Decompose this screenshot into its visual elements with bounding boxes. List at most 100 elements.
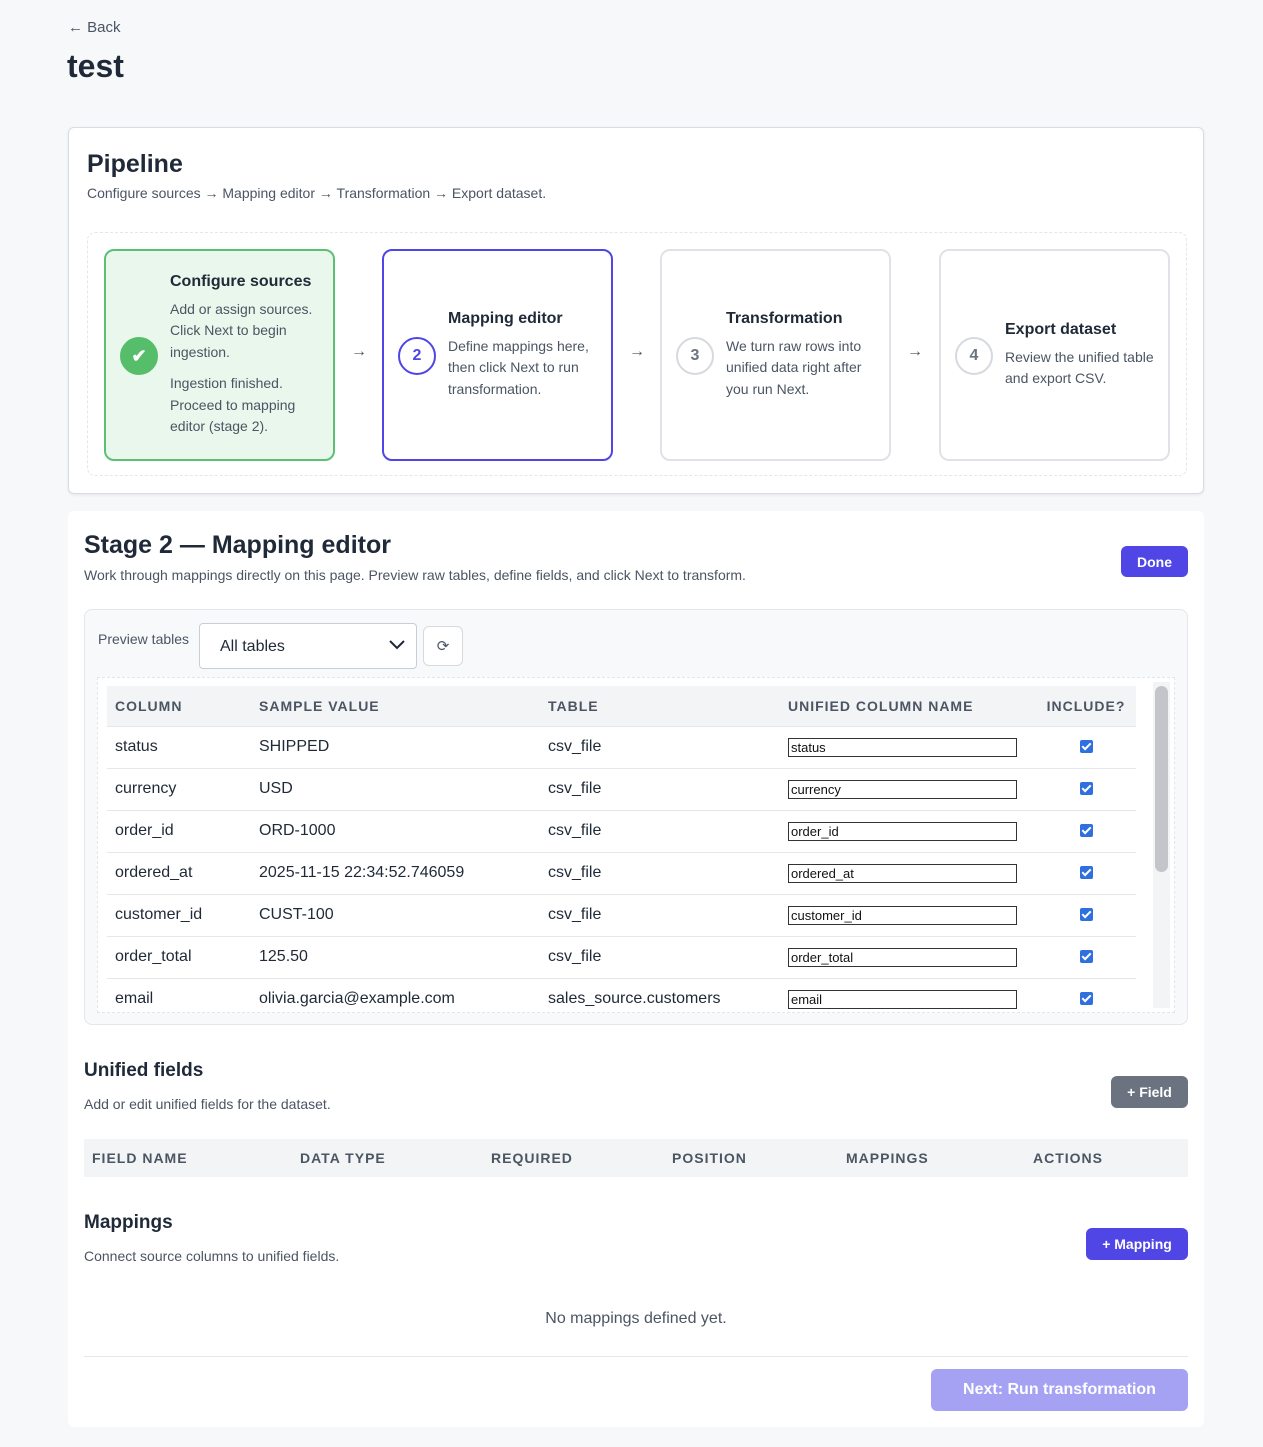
section-subtitle: Work through mappings directly on this p… <box>84 567 746 583</box>
table-row: currency USD csv_file <box>107 768 1136 811</box>
page-title: test <box>67 48 124 84</box>
stage-title: Transformation <box>726 309 843 327</box>
pipeline-card: Pipeline Configure sources → Mapping edi… <box>68 127 1204 494</box>
table-row: status SHIPPED csv_file <box>107 726 1136 769</box>
include-checkbox[interactable] <box>1079 740 1093 754</box>
column-header: ACTIONS <box>1033 1150 1103 1166</box>
column-header: INCLUDE? <box>1036 686 1136 727</box>
unified-column-name-input[interactable] <box>788 863 1017 883</box>
column-header: MAPPINGS <box>846 1150 929 1166</box>
cell-table: sales_source.customers <box>540 978 780 1012</box>
column-header: TABLE <box>540 686 780 727</box>
pipeline-title: Pipeline <box>87 150 183 178</box>
table-select[interactable]: All tables <box>199 623 417 669</box>
include-checkbox[interactable] <box>1079 866 1093 880</box>
unified-column-name-input[interactable] <box>788 989 1017 1009</box>
scrollbar[interactable] <box>1153 682 1170 1008</box>
next-run-transformation-button[interactable]: Next: Run transformation <box>931 1369 1188 1411</box>
cell-sample-value: 125.50 <box>251 936 540 979</box>
mappings-title: Mappings <box>84 1212 173 1233</box>
cell-table: csv_file <box>540 852 780 895</box>
table-row: order_id ORD-1000 csv_file <box>107 810 1136 853</box>
back-link[interactable]: ← Back <box>68 19 121 36</box>
cell-sample-value: USD <box>251 768 540 811</box>
cell-table: csv_file <box>540 726 780 769</box>
column-header: DATA TYPE <box>300 1150 386 1166</box>
cell-sample-value: SHIPPED <box>251 726 540 769</box>
stage-number-badge: 4 <box>955 337 993 375</box>
section-title: Stage 2 — Mapping editor <box>84 531 391 559</box>
include-checkbox[interactable] <box>1079 908 1093 922</box>
stage-description: Review the unified table and export CSV. <box>1005 348 1154 387</box>
unified-column-name-input[interactable] <box>788 821 1017 841</box>
pipeline-stages: ✔ Configure sources Add or assign source… <box>87 232 1187 476</box>
cell-column: status <box>107 726 251 769</box>
unified-column-name-input[interactable] <box>788 779 1017 799</box>
column-header: REQUIRED <box>491 1150 573 1166</box>
cell-sample-value: 2025-11-15 22:34:52.746059 <box>251 852 540 895</box>
arrow-right-icon: → <box>351 343 367 360</box>
refresh-icon: ⟳ <box>436 638 450 655</box>
cell-table: csv_file <box>540 810 780 853</box>
include-checkbox[interactable] <box>1079 824 1093 838</box>
unified-column-name-input[interactable] <box>788 737 1017 757</box>
stage-number-badge: 3 <box>676 337 714 375</box>
include-checkbox[interactable] <box>1079 992 1093 1006</box>
unified-fields-table-header: FIELD NAME DATA TYPE REQUIRED POSITION M… <box>84 1139 1188 1177</box>
divider <box>84 1356 1188 1357</box>
unified-fields-title: Unified fields <box>84 1060 204 1081</box>
preview-tables-panel: Preview tables All tables ⟳ COLUMN SAMPL… <box>84 609 1188 1025</box>
stage-description: We turn raw rows into unified data right… <box>726 337 862 397</box>
unified-column-name-input[interactable] <box>788 905 1017 925</box>
cell-column: ordered_at <box>107 852 251 895</box>
include-checkbox[interactable] <box>1079 782 1093 796</box>
cell-table: csv_file <box>540 894 780 937</box>
stage-description: Define mappings here, then click Next to… <box>448 337 589 397</box>
table-select-value: All tables <box>220 638 285 655</box>
table-row: customer_id CUST-100 csv_file <box>107 894 1136 937</box>
mappings-subtitle: Connect source columns to unified fields… <box>84 1248 340 1264</box>
chevron-down-icon <box>389 640 405 650</box>
stage-status-note: Ingestion finished. Proceed to mapping e… <box>170 375 296 434</box>
table-header-row: COLUMN SAMPLE VALUE TABLE UNIFIED COLUMN… <box>107 686 1136 727</box>
stage-title: Export dataset <box>1005 320 1117 338</box>
unified-fields-subtitle: Add or edit unified fields for the datas… <box>84 1096 331 1112</box>
cell-column: order_id <box>107 810 251 853</box>
mapping-editor-card: Stage 2 — Mapping editor Work through ma… <box>68 511 1204 1427</box>
cell-table: csv_file <box>540 936 780 979</box>
stage-description: Add or assign sources. Click Next to beg… <box>170 300 313 360</box>
cell-sample-value: olivia.garcia@example.com <box>251 978 540 1012</box>
stage-title: Configure sources <box>170 272 312 290</box>
preview-tables-label: Preview tables <box>98 631 190 647</box>
pipeline-subtitle: Configure sources → Mapping editor → Tra… <box>87 185 547 201</box>
stage-mapping-editor[interactable]: 2 Mapping editor Define mappings here, t… <box>382 249 613 461</box>
stage-transformation[interactable]: 3 Transformation We turn raw rows into u… <box>660 249 891 461</box>
cell-sample-value: ORD-1000 <box>251 810 540 853</box>
scrollbar-thumb[interactable] <box>1155 686 1168 872</box>
stage-number-badge: 2 <box>398 337 436 375</box>
column-header: FIELD NAME <box>92 1150 188 1166</box>
unified-column-name-input[interactable] <box>788 947 1017 967</box>
table-row: email olivia.garcia@example.com sales_so… <box>107 978 1136 1012</box>
preview-table: COLUMN SAMPLE VALUE TABLE UNIFIED COLUMN… <box>107 686 1136 1012</box>
cell-table: csv_file <box>540 768 780 811</box>
arrow-right-icon: → <box>629 343 645 360</box>
refresh-button[interactable]: ⟳ <box>423 626 463 666</box>
table-row: ordered_at 2025-11-15 22:34:52.746059 cs… <box>107 852 1136 895</box>
cell-sample-value: CUST-100 <box>251 894 540 937</box>
stage-export-dataset[interactable]: 4 Export dataset Review the unified tabl… <box>939 249 1170 461</box>
stage-configure-sources[interactable]: ✔ Configure sources Add or assign source… <box>104 249 335 461</box>
column-header: UNIFIED COLUMN NAME <box>780 686 1036 727</box>
arrow-right-icon: → <box>907 343 923 360</box>
cell-column: email <box>107 978 251 1012</box>
done-button[interactable]: Done <box>1121 546 1188 577</box>
add-mapping-button[interactable]: + Mapping <box>1086 1228 1188 1260</box>
column-header: POSITION <box>672 1150 747 1166</box>
column-header: SAMPLE VALUE <box>251 686 540 727</box>
column-header: COLUMN <box>107 686 251 727</box>
include-checkbox[interactable] <box>1079 950 1093 964</box>
preview-table-scroll[interactable]: COLUMN SAMPLE VALUE TABLE UNIFIED COLUMN… <box>97 677 1175 1013</box>
stage-title: Mapping editor <box>448 309 563 327</box>
add-field-button[interactable]: + Field <box>1111 1076 1188 1108</box>
cell-column: order_total <box>107 936 251 979</box>
